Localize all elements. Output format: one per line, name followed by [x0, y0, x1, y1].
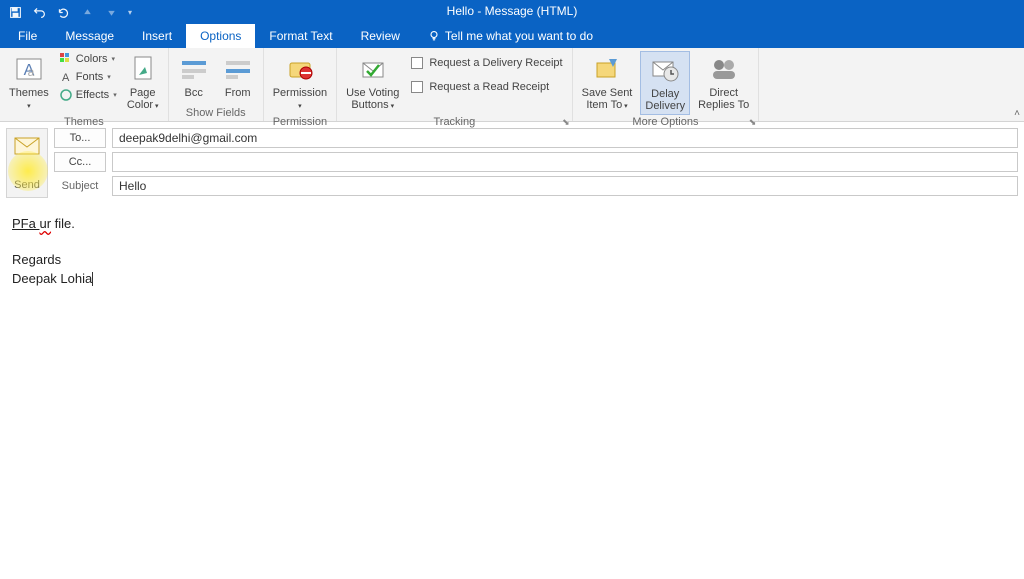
tell-me-search[interactable]: Tell me what you want to do — [414, 24, 593, 48]
compose-header: Send To... Cc... Subject — [0, 122, 1024, 204]
fonts-button[interactable]: AFonts▾ — [57, 69, 119, 85]
permission-icon — [284, 53, 316, 85]
menu-bar: File Message Insert Options Format Text … — [0, 24, 1024, 48]
delay-delivery-button[interactable]: Delay Delivery — [640, 51, 690, 115]
tracking-launcher[interactable]: ⬊ — [562, 115, 570, 129]
effects-button[interactable]: Effects▾ — [57, 87, 119, 103]
colors-icon — [59, 52, 73, 66]
body-line-3: Deepak Lohia — [12, 269, 1012, 289]
bcc-button[interactable]: Bcc — [174, 51, 214, 101]
envelope-icon — [14, 137, 40, 158]
effects-icon — [59, 88, 73, 102]
checkbox-icon — [411, 81, 423, 93]
group-more-options: Save Sent Item To ▾ Delay Delivery Direc… — [573, 48, 760, 121]
save-sent-icon — [591, 53, 623, 85]
direct-replies-icon — [708, 53, 740, 85]
bcc-icon — [178, 53, 210, 85]
cc-button[interactable]: Cc... — [54, 152, 106, 172]
themes-icon: Aa — [13, 53, 45, 85]
page-color-icon — [127, 53, 159, 85]
tell-me-label: Tell me what you want to do — [445, 29, 593, 43]
text-cursor — [92, 272, 93, 286]
cc-input[interactable] — [112, 152, 1018, 172]
ribbon: Aa Themes▾ Colors▾ AFonts▾ Effects▾ Page… — [0, 48, 1024, 122]
group-themes: Aa Themes▾ Colors▾ AFonts▾ Effects▾ Page… — [0, 48, 169, 121]
window-title: Hello - Message (HTML) — [447, 4, 578, 18]
redo-icon[interactable] — [54, 3, 72, 21]
group-tracking: Use Voting Buttons ▾ Request a Delivery … — [337, 48, 573, 121]
to-button[interactable]: To... — [54, 128, 106, 148]
qat-up-icon[interactable] — [78, 3, 96, 21]
tab-insert[interactable]: Insert — [128, 24, 186, 48]
group-show-fields: Bcc From Show Fields — [169, 48, 264, 121]
svg-text:A: A — [62, 72, 70, 84]
subject-input[interactable] — [112, 176, 1018, 196]
permission-button[interactable]: Permission▾ — [269, 51, 331, 115]
send-button[interactable]: Send — [6, 128, 48, 198]
voting-icon — [357, 53, 389, 85]
title-bar: ▾ Hello - Message (HTML) — [0, 0, 1024, 24]
delay-delivery-icon — [649, 54, 681, 86]
tab-file[interactable]: File — [4, 24, 51, 48]
qat-customize-icon[interactable]: ▾ — [128, 8, 132, 17]
checkbox-icon — [411, 57, 423, 69]
undo-icon[interactable] — [30, 3, 48, 21]
svg-text:a: a — [28, 65, 35, 79]
direct-replies-button[interactable]: Direct Replies To — [694, 51, 753, 113]
from-icon — [222, 53, 254, 85]
read-receipt-checkbox[interactable]: Request a Read Receipt — [407, 79, 566, 95]
fonts-icon: A — [59, 70, 73, 84]
tab-review[interactable]: Review — [347, 24, 414, 48]
tab-message[interactable]: Message — [51, 24, 128, 48]
to-input[interactable] — [112, 128, 1018, 148]
more-options-launcher[interactable]: ⬊ — [749, 115, 757, 129]
fields: To... Cc... Subject — [54, 128, 1018, 198]
voting-button[interactable]: Use Voting Buttons ▾ — [342, 51, 403, 115]
subject-label: Subject — [54, 180, 106, 192]
page-color-button[interactable]: Page Color ▾ — [123, 51, 163, 115]
themes-button[interactable]: Aa Themes▾ — [5, 51, 53, 115]
body-line-1: PFa ur file. — [12, 214, 1012, 234]
qat-down-icon[interactable] — [102, 3, 120, 21]
tab-format-text[interactable]: Format Text — [255, 24, 346, 48]
save-icon[interactable] — [6, 3, 24, 21]
lightbulb-icon — [428, 30, 440, 42]
tab-options[interactable]: Options — [186, 24, 255, 48]
save-sent-button[interactable]: Save Sent Item To ▾ — [578, 51, 637, 115]
group-permission: Permission▾ Permission — [264, 48, 337, 121]
colors-button[interactable]: Colors▾ — [57, 51, 119, 67]
from-button[interactable]: From — [218, 51, 258, 101]
email-body[interactable]: PFa ur file. Regards Deepak Lohia — [0, 204, 1024, 299]
delivery-receipt-checkbox[interactable]: Request a Delivery Receipt — [407, 55, 566, 71]
quick-access-toolbar: ▾ — [0, 3, 132, 21]
collapse-ribbon-icon[interactable]: ˄ — [1014, 108, 1020, 119]
body-line-2: Regards — [12, 250, 1012, 270]
